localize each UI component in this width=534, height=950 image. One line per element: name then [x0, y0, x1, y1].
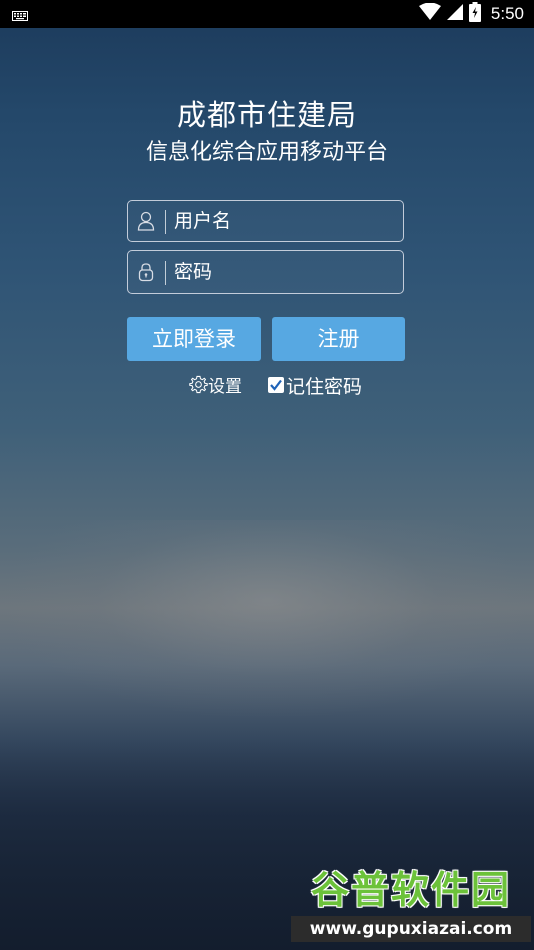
app-title-block: 成都市住建局 信息化综合应用移动平台 [0, 95, 534, 169]
login-screen: 5:50 成都市住建局 信息化综合应用移动平台 立即 [0, 0, 534, 950]
keyboard-icon [12, 7, 28, 21]
watermark-name: 谷普软件园 [310, 868, 511, 912]
username-input[interactable] [174, 201, 394, 241]
remember-checkbox[interactable] [268, 377, 284, 393]
settings-link[interactable]: 设置 [189, 372, 242, 397]
watermark: 谷普软件园 www.gupuxiazai.com [291, 864, 531, 944]
checkmark-icon [270, 379, 282, 391]
watermark-url: www.gupuxiazai.com [291, 916, 531, 942]
battery-icon [468, 2, 481, 26]
register-button[interactable]: 注册 [272, 317, 405, 361]
app-title: 成都市住建局 [176, 98, 357, 132]
field-divider [165, 261, 166, 285]
remember-label: 记住密码 [286, 375, 363, 398]
password-field[interactable] [127, 250, 404, 294]
status-time: 5:50 [490, 4, 524, 23]
gear-icon [189, 375, 208, 394]
status-bar: 5:50 [0, 0, 534, 28]
field-divider [165, 210, 166, 234]
settings-label: 设置 [208, 376, 242, 397]
remember-password[interactable]: 记住密码 [268, 372, 362, 398]
signal-icon [446, 4, 463, 24]
wifi-icon [418, 2, 441, 25]
username-field[interactable] [127, 200, 404, 242]
background-horizon [0, 520, 534, 720]
user-icon [137, 211, 155, 231]
login-options: 设置 记住密码 [0, 370, 534, 400]
app-subtitle: 信息化综合应用移动平台 [145, 140, 388, 165]
password-input[interactable] [174, 251, 394, 293]
login-button[interactable]: 立即登录 [127, 317, 261, 361]
lock-icon [137, 262, 155, 282]
